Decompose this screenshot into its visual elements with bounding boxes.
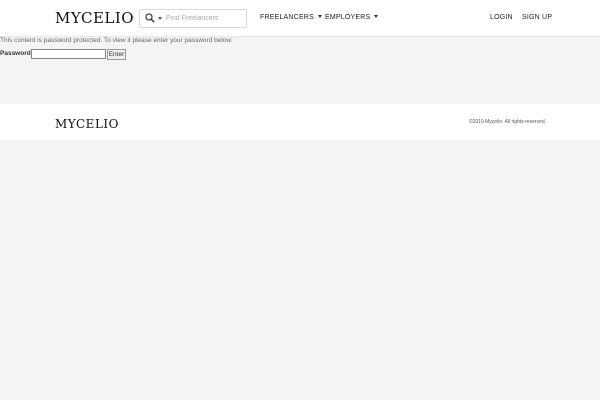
- nav-freelancers-label: FREELANCERS: [260, 14, 314, 21]
- search-input[interactable]: [166, 11, 242, 25]
- nav-freelancers[interactable]: FREELANCERS: [260, 13, 322, 23]
- password-input[interactable]: [31, 49, 106, 59]
- chevron-down-icon: [374, 15, 379, 18]
- nav-employers[interactable]: EMPLOYERS: [325, 13, 379, 23]
- signup-link[interactable]: SIGN UP: [522, 13, 552, 23]
- password-protected-message: This content is password protected. To v…: [0, 37, 233, 44]
- site-header: MYCELIO FREELANCERS EMPLOYERS LOGIN SIGN…: [0, 0, 600, 37]
- site-footer: MYCELIO ©2019 Mycelio. All rights reserv…: [0, 104, 600, 140]
- login-link[interactable]: LOGIN: [490, 13, 513, 23]
- enter-button[interactable]: Enter: [107, 49, 126, 60]
- password-label: Password:: [0, 50, 33, 57]
- footer-logo[interactable]: MYCELIO: [55, 116, 119, 132]
- copyright-text: ©2019 Mycelio. All rights reserved.: [468, 119, 546, 125]
- search-box[interactable]: [139, 9, 247, 28]
- nav-employers-label: EMPLOYERS: [325, 14, 371, 21]
- search-type-caret-icon[interactable]: [158, 17, 162, 20]
- chevron-down-icon: [317, 15, 322, 18]
- search-icon[interactable]: [145, 13, 155, 23]
- site-logo[interactable]: MYCELIO: [55, 10, 134, 26]
